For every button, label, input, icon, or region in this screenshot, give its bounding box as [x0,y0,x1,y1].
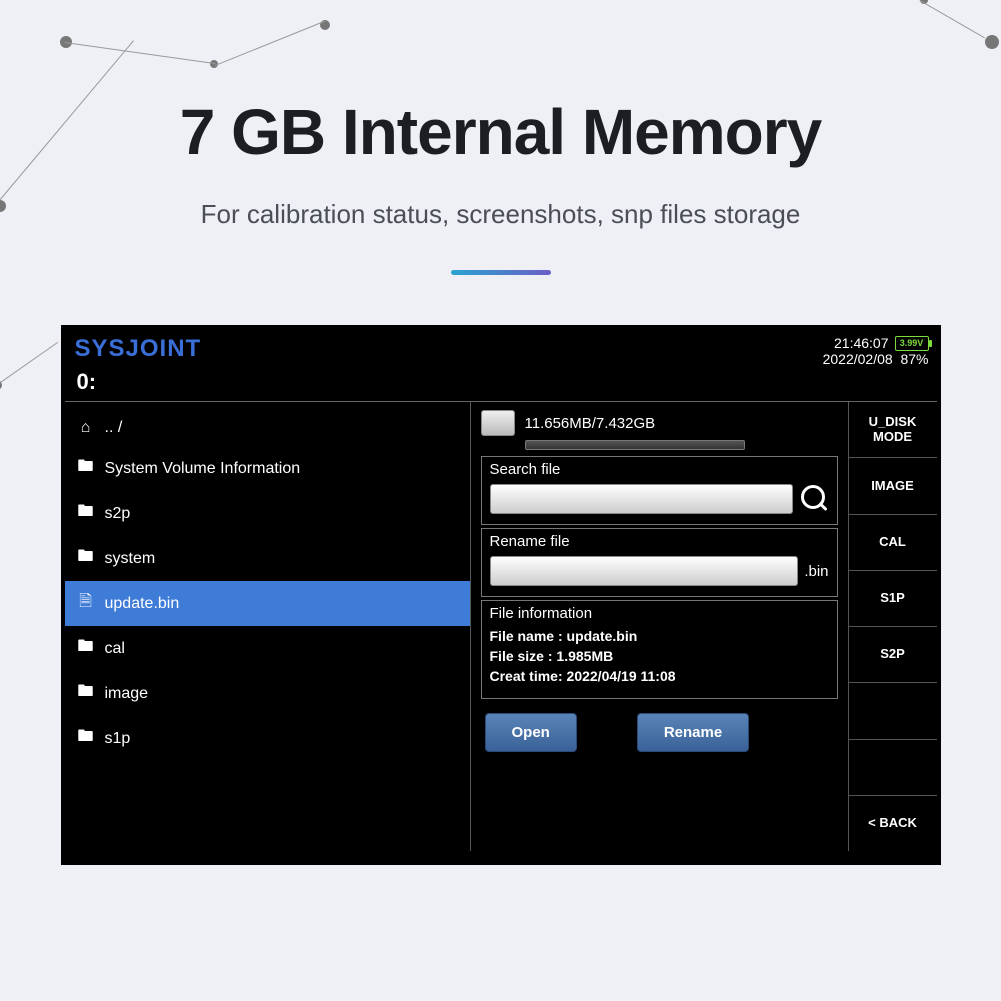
file-item-label: update.bin [105,595,180,613]
file-item[interactable]: 🖿 cal [65,626,470,671]
rename-input[interactable] [490,556,799,586]
search-input[interactable] [490,484,793,514]
battery-icon: 3.99V [895,336,929,351]
file-item[interactable]: 🖿 s1p [65,716,470,761]
folder-icon: 🖿 [77,455,95,482]
disk-usage-text: 11.656MB/7.432GB [525,415,656,432]
file-name-value: update.bin [567,628,638,644]
folder-icon: 🖿 [77,635,95,662]
file-item-label: s1p [105,730,131,748]
search-icon[interactable] [801,485,829,513]
side-btn-cal[interactable]: CAL [849,515,937,571]
file-item-label: image [105,685,149,703]
brand-logo: SYSJOINT [75,335,202,363]
file-item-label: s2p [105,505,131,523]
file-icon: 🗎 [77,590,95,617]
file-item-label: .. / [105,419,123,437]
file-item-label: System Volume Information [105,460,301,478]
file-item[interactable]: 🖿 system [65,536,470,581]
file-size-label: File size : [490,648,553,664]
file-size-value: 1.985MB [556,648,613,664]
file-item[interactable]: 🖿 image [65,671,470,716]
file-info-header: File information [490,605,829,622]
rename-extension: .bin [804,563,828,580]
battery-percent: 87% [900,351,928,367]
folder-icon: 🖿 [77,725,95,752]
folder-icon: 🖿 [77,500,95,527]
file-item[interactable]: 🗎 update.bin [65,581,470,626]
hero-title: 7 GB Internal Memory [0,95,1001,169]
side-btn-image[interactable]: IMAGE [849,458,937,514]
file-item[interactable]: 🖿 System Volume Information [65,446,470,491]
disk-usage-bar [525,440,745,450]
hero-subtitle: For calibration status, screenshots, snp… [0,199,1001,230]
home-icon: ⌂ [77,419,95,437]
side-btn-u-disk-mode[interactable]: U_DISK MODE [849,402,937,458]
side-btn-empty [849,683,937,739]
device-screen: SYSJOINT 21:46:07 3.99V 2022/02/08 87% 0… [61,325,941,865]
file-item-label: cal [105,640,125,658]
side-btn-s1p[interactable]: S1P [849,571,937,627]
file-time-value: 2022/04/19 11:08 [567,668,676,684]
detail-panel: 11.656MB/7.432GB Search file Rename file… [470,402,848,851]
open-button[interactable]: Open [485,713,577,752]
status-bar: 21:46:07 3.99V 2022/02/08 87% [823,335,929,367]
accent-divider [451,270,551,275]
file-time-label: Creat time: [490,668,563,684]
file-name-label: File name : [490,628,563,644]
file-list: ⌂ .. / 🖿 System Volume Information 🖿 s2p 🖿 syst… [65,402,470,851]
search-label: Search file [490,461,829,478]
current-path: 0: [65,369,937,401]
file-item-label: system [105,550,156,568]
folder-icon: 🖿 [77,545,95,572]
clock-date: 2022/02/08 [823,351,893,367]
side-btn-empty [849,740,937,796]
file-item[interactable]: ⌂ .. / [65,410,470,446]
folder-icon: 🖿 [77,680,95,707]
side-btn-s2p[interactable]: S2P [849,627,937,683]
side-panel: U_DISK MODEIMAGECALS1PS2P < BACK [848,402,937,851]
clock-time: 21:46:07 [834,335,889,351]
side-btn--back[interactable]: < BACK [849,796,937,851]
rename-button[interactable]: Rename [637,713,749,752]
file-item[interactable]: 🖿 s2p [65,491,470,536]
disk-icon [481,410,515,436]
rename-label: Rename file [490,533,829,550]
